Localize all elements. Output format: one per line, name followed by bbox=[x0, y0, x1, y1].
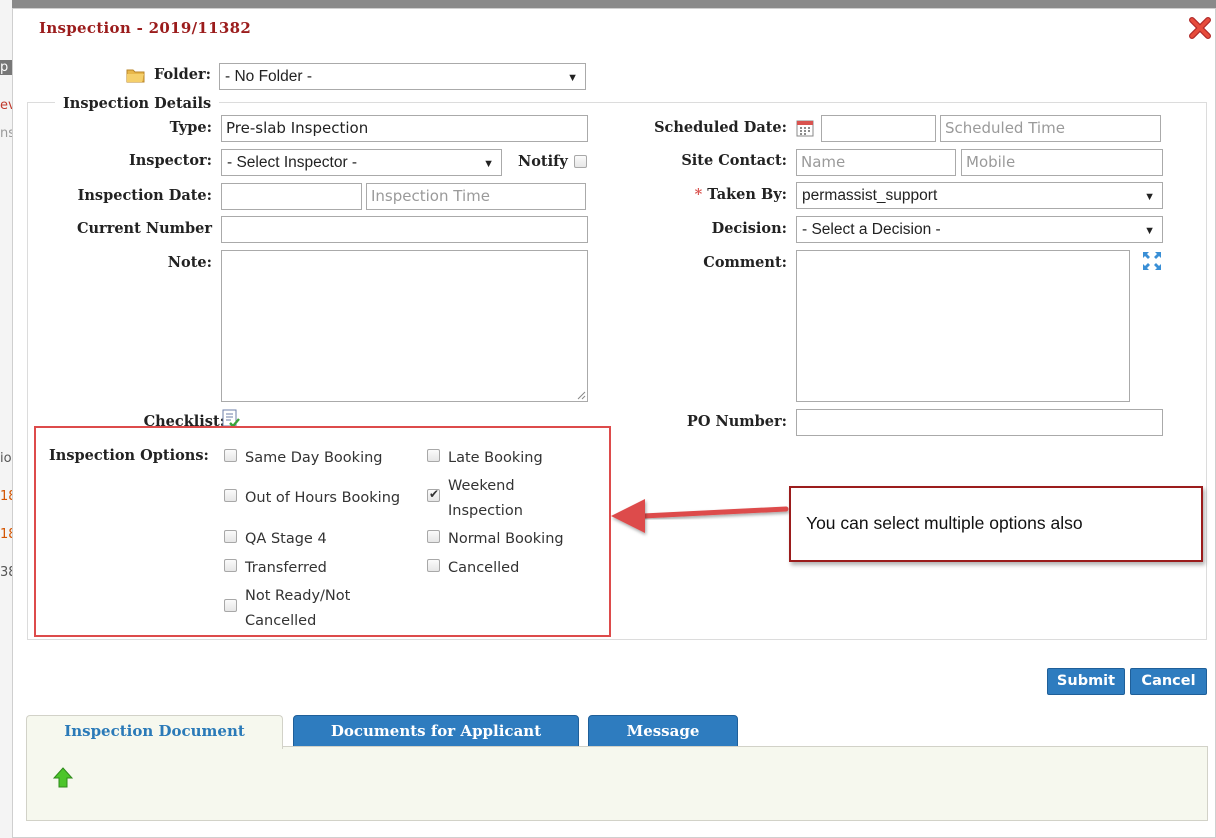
background-page: p ev ns io 18 18 38 bbox=[0, 0, 17, 838]
taken-by-label-text: Taken By: bbox=[707, 186, 787, 203]
po-number-label: PO Number: bbox=[686, 413, 787, 430]
folder-icon bbox=[126, 67, 146, 87]
inspection-dialog: Inspection - 2019/11382 Folder: - No Fol… bbox=[12, 8, 1216, 838]
option-checkbox-transferred[interactable] bbox=[224, 559, 237, 572]
tab-inspection-document[interactable]: Inspection Document bbox=[26, 715, 283, 749]
folder-select[interactable]: - No Folder - ▼ bbox=[219, 63, 586, 90]
option-checkbox-weekend-inspection[interactable] bbox=[427, 487, 440, 502]
option-checkbox-out-of-hours-booking[interactable] bbox=[224, 489, 237, 502]
site-contact-mobile-field[interactable]: Mobile bbox=[961, 149, 1163, 176]
folder-value: - No Folder - bbox=[225, 68, 312, 85]
site-contact-name-field[interactable]: Name bbox=[796, 149, 956, 176]
option-checkbox-qa-stage-4[interactable] bbox=[224, 530, 237, 543]
bg-fragment: p bbox=[0, 60, 12, 75]
type-label: Type: bbox=[169, 119, 212, 136]
inspector-value: - Select Inspector - bbox=[227, 154, 358, 171]
option-label-transferred: Transferred bbox=[245, 560, 327, 576]
dropdown-arrow-icon: ▼ bbox=[1144, 191, 1155, 203]
tab-panel bbox=[26, 746, 1208, 821]
option-label-qa-stage-4: QA Stage 4 bbox=[245, 531, 327, 547]
option-label-late-booking: Late Booking bbox=[448, 450, 543, 466]
option-label-not-ready-not-cancelled: Not Ready/Not Cancelled bbox=[245, 588, 351, 629]
inspection-time-field[interactable]: Inspection Time bbox=[366, 183, 586, 210]
calendar-icon[interactable] bbox=[796, 119, 814, 141]
dropdown-arrow-icon: ▼ bbox=[1144, 225, 1155, 237]
option-checkbox-same-day-booking[interactable] bbox=[224, 449, 237, 462]
taken-by-label: * Taken By: bbox=[695, 186, 787, 203]
tab-message[interactable]: Message bbox=[588, 715, 738, 747]
option-label-normal-booking: Normal Booking bbox=[448, 531, 564, 547]
annotation-arrow-icon bbox=[611, 499, 789, 533]
site-contact-label: Site Contact: bbox=[681, 152, 787, 169]
dropdown-arrow-icon: ▼ bbox=[567, 72, 578, 84]
close-icon[interactable] bbox=[1187, 15, 1213, 41]
option-checkbox-normal-booking[interactable] bbox=[427, 530, 440, 543]
option-label-same-day-booking: Same Day Booking bbox=[245, 450, 383, 466]
option-label-weekend-inspection: Weekend Inspection bbox=[448, 478, 523, 519]
option-label-out-of-hours-booking: Out of Hours Booking bbox=[245, 490, 401, 506]
notify-label: Notify bbox=[518, 153, 568, 170]
taken-by-select[interactable]: permassist_support ▼ bbox=[796, 182, 1163, 209]
tab-documents-for-applicant[interactable]: Documents for Applicant bbox=[293, 715, 579, 747]
note-label: Note: bbox=[167, 254, 212, 271]
option-checkbox-not-ready-not-cancelled[interactable] bbox=[224, 599, 237, 612]
annotation-callout: You can select multiple options also bbox=[789, 486, 1203, 562]
inspection-date-label: Inspection Date: bbox=[77, 187, 212, 204]
po-number-field[interactable] bbox=[796, 409, 1163, 436]
decision-select[interactable]: - Select a Decision - ▼ bbox=[796, 216, 1163, 243]
taken-by-value: permassist_support bbox=[802, 187, 938, 204]
inspection-details-legend: Inspection Details bbox=[55, 95, 220, 112]
option-label-cancelled: Cancelled bbox=[448, 560, 520, 576]
current-number-field[interactable] bbox=[221, 216, 588, 243]
comment-textarea[interactable] bbox=[796, 250, 1130, 402]
inspection-date-field[interactable] bbox=[221, 183, 362, 210]
resize-handle-icon[interactable] bbox=[576, 390, 586, 400]
folder-label: Folder: bbox=[153, 66, 211, 83]
cancel-button[interactable]: Cancel bbox=[1130, 668, 1207, 695]
dialog-title: Inspection - 2019/11382 bbox=[39, 19, 252, 37]
dropdown-arrow-icon: ▼ bbox=[483, 158, 494, 170]
option-checkbox-late-booking[interactable] bbox=[427, 449, 440, 462]
inspector-label: Inspector: bbox=[128, 152, 212, 169]
bg-fragment: io bbox=[0, 451, 12, 466]
option-checkbox-cancelled[interactable] bbox=[427, 559, 440, 572]
submit-button[interactable]: Submit bbox=[1047, 668, 1125, 695]
scheduled-time-field[interactable]: Scheduled Time bbox=[940, 115, 1161, 142]
current-number-label: Current Number bbox=[76, 220, 212, 237]
scheduled-date-field[interactable] bbox=[821, 115, 936, 142]
note-textarea[interactable] bbox=[221, 250, 588, 402]
scheduled-date-label: Scheduled Date: bbox=[654, 119, 787, 136]
decision-value: - Select a Decision - bbox=[802, 221, 941, 238]
upload-arrow-icon[interactable] bbox=[52, 767, 74, 793]
expand-icon[interactable] bbox=[1141, 250, 1163, 276]
decision-label: Decision: bbox=[711, 220, 787, 237]
required-star: * bbox=[694, 186, 703, 203]
notify-checkbox[interactable] bbox=[574, 155, 587, 168]
inspection-options-label: Inspection Options: bbox=[49, 447, 209, 464]
type-field[interactable]: Pre-slab Inspection bbox=[221, 115, 588, 142]
comment-label: Comment: bbox=[703, 254, 787, 271]
inspector-select[interactable]: - Select Inspector - ▼ bbox=[221, 149, 502, 176]
